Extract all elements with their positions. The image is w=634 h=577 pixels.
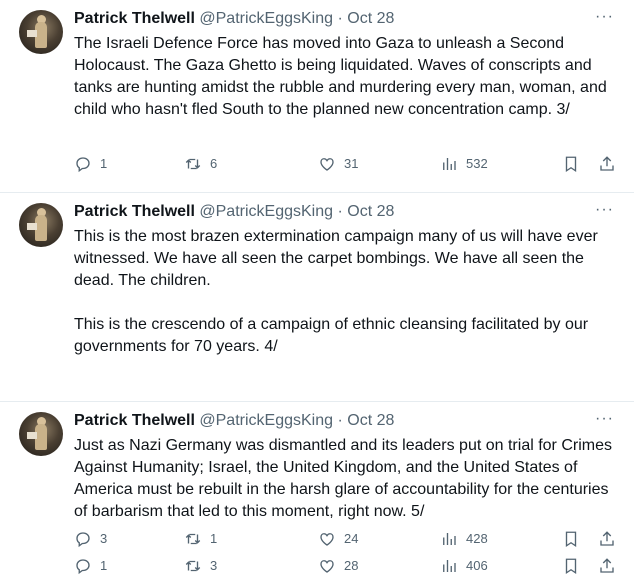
tweet-text: Just as Nazi Germany was dismantled and … [74,435,614,523]
tweet-text: The Israeli Defence Force has moved into… [74,33,614,121]
heart-icon [320,533,334,546]
reply-count: 3 [100,531,108,546]
views-icon [443,533,456,545]
tweet[interactable]: Patrick Thelwell @PatrickEggsKing · Oct … [0,0,634,193]
separator: · [337,412,343,429]
bookmark-button[interactable] [562,155,580,173]
heart-icon [320,158,334,171]
author-handle[interactable]: @PatrickEggsKing [199,10,333,27]
reply-count: 1 [100,156,108,171]
more-options-icon[interactable]: ··· [595,410,614,428]
avatar[interactable] [19,10,63,54]
bookmark-icon [565,156,577,173]
tweet-header: Patrick Thelwell @PatrickEggsKing · Oct … [74,202,394,222]
bookmark-icon [565,531,577,548]
tweet-paragraph: The Israeli Defence Force has moved into… [74,35,607,118]
avatar[interactable] [19,203,63,247]
views-count: 532 [466,156,488,171]
views-button[interactable]: 428 [440,530,488,548]
avatar[interactable] [19,412,63,456]
bookmark-button[interactable] [562,530,580,548]
reply-icon [76,532,90,548]
author-name[interactable]: Patrick Thelwell [74,203,195,220]
tweet-date[interactable]: Oct 28 [347,412,394,429]
tweet-header: Patrick Thelwell @PatrickEggsKing · Oct … [74,9,394,29]
share-button[interactable] [598,530,616,548]
tweet-paragraph: Just as Nazi Germany was dismantled and … [74,437,612,520]
author-name[interactable]: Patrick Thelwell [74,10,195,27]
like-count: 31 [344,156,359,171]
tweet[interactable]: Patrick Thelwell @PatrickEggsKing · Oct … [0,402,634,564]
separator: · [337,203,343,220]
author-handle[interactable]: @PatrickEggsKing [199,412,333,429]
tweet-text: This is the most brazen extermination ca… [74,226,614,358]
tweet-actions: 1 6 31 532 [74,155,620,175]
views-icon [443,158,456,170]
tweet-paragraph: This is the crescendo of a campaign of e… [74,316,589,355]
tweet-actions: 3 1 24 428 [74,530,620,550]
retweet-icon [185,158,201,170]
author-name[interactable]: Patrick Thelwell [74,412,195,429]
tweet-date[interactable]: Oct 28 [347,203,394,220]
retweet-button[interactable]: 1 [184,530,217,548]
reply-button[interactable]: 3 [74,530,107,548]
share-icon [600,531,614,546]
retweet-icon [185,533,201,545]
more-options-icon[interactable]: ··· [595,8,614,26]
reply-button[interactable]: 1 [74,155,107,173]
retweet-button[interactable]: 6 [184,155,217,173]
views-button[interactable]: 532 [440,155,488,173]
tweet-paragraph: This is the most brazen extermination ca… [74,228,598,289]
like-count: 24 [344,531,359,546]
retweet-count: 6 [210,156,218,171]
retweet-count: 1 [210,531,218,546]
separator: · [337,10,343,27]
tweet[interactable]: Patrick Thelwell @PatrickEggsKing · Oct … [0,193,634,575]
tweet-date[interactable]: Oct 28 [347,10,394,27]
like-button[interactable]: 31 [318,155,358,173]
more-options-icon[interactable]: ··· [595,201,614,219]
share-button[interactable] [598,155,616,173]
views-count: 428 [466,531,488,546]
author-handle[interactable]: @PatrickEggsKing [199,203,333,220]
like-button[interactable]: 24 [318,530,358,548]
tweet-header: Patrick Thelwell @PatrickEggsKing · Oct … [74,411,394,431]
reply-icon [76,157,90,173]
share-icon [600,156,614,171]
